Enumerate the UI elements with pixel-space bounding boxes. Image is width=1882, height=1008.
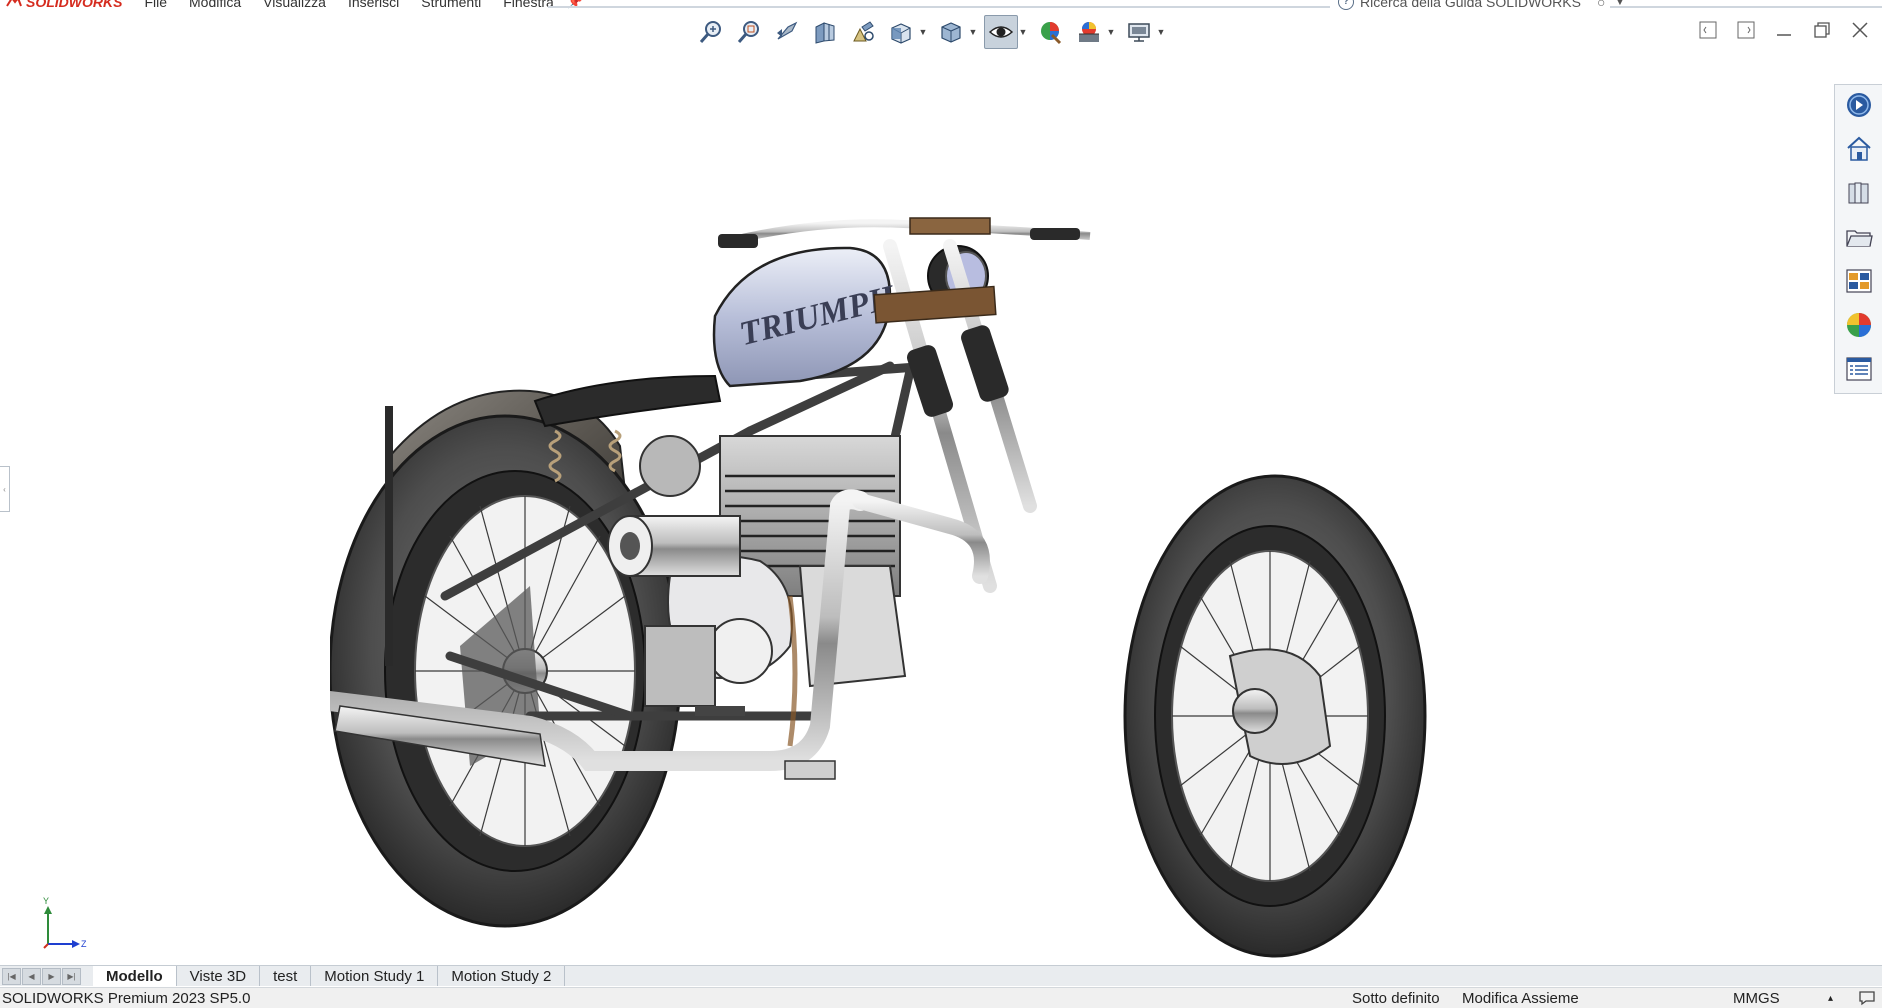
design-library-icon[interactable] <box>1842 177 1876 209</box>
task-pane <box>1834 84 1882 394</box>
reference-triad: Y Z <box>43 896 87 949</box>
view-settings-dropdown-icon[interactable]: ▼ <box>1156 27 1166 37</box>
graphics-area[interactable]: TRIUMPH Y Z <box>0 56 1834 964</box>
menu-inserisci[interactable]: Inserisci <box>348 0 399 10</box>
tab-viste-3d[interactable]: Viste 3D <box>177 966 261 986</box>
previous-view-icon[interactable] <box>770 15 804 49</box>
home-icon[interactable] <box>1842 133 1876 165</box>
apply-scene-dropdown-icon[interactable]: ▼ <box>1106 27 1116 37</box>
appearances-scenes-icon[interactable] <box>1842 309 1876 341</box>
menu-strumenti[interactable]: Strumenti <box>421 0 481 10</box>
minimize-icon[interactable] <box>1772 18 1796 42</box>
status-product: SOLIDWORKS Premium 2023 SP5.0 <box>2 990 251 1007</box>
triad-z-label: Z <box>81 939 87 949</box>
solidworks-window: SOLIDWORKS File Modifica Visualizza Inse… <box>0 0 1882 1008</box>
first-tab-icon[interactable]: |◀ <box>2 967 21 985</box>
motorcycle-model[interactable]: TRIUMPH <box>330 206 1460 966</box>
status-units[interactable]: MMGS <box>1733 990 1780 1007</box>
menu-finestra[interactable]: Finestra <box>503 0 554 10</box>
view-orientation-icon[interactable] <box>884 15 918 49</box>
tab-motion-study-2[interactable]: Motion Study 2 <box>438 966 566 986</box>
status-definition: Sotto definito <box>1352 990 1440 1007</box>
tab-test[interactable]: test <box>260 966 312 986</box>
help-separator <box>1610 6 1882 8</box>
window-controls <box>1696 18 1872 42</box>
heads-up-view-toolbar: ▼ ▼ ▼ ▼ ▼ <box>694 14 1168 50</box>
status-mode: Modifica Assieme <box>1462 990 1579 1007</box>
solidworks-logo[interactable]: SOLIDWORKS <box>6 0 122 10</box>
solidworks-resources-icon[interactable] <box>1842 89 1876 121</box>
view-orientation-dropdown-icon[interactable]: ▼ <box>918 27 928 37</box>
restore-icon[interactable] <box>1810 18 1834 42</box>
menu-modifica[interactable]: Modifica <box>189 0 241 10</box>
display-style-icon[interactable] <box>934 15 968 49</box>
file-explorer-icon[interactable] <box>1842 221 1876 253</box>
status-bar: SOLIDWORKS Premium 2023 SP5.0 Sotto defi… <box>0 987 1882 1008</box>
triad-y-label: Y <box>43 896 49 906</box>
tab-modello[interactable]: Modello <box>93 966 177 986</box>
logo-text: SOLIDWORKS <box>26 0 123 10</box>
apply-scene-icon[interactable] <box>1072 15 1106 49</box>
help-search[interactable]: ? Ricerca della Guida SOLIDWORKS ○ ▼ <box>1338 0 1624 10</box>
dynamic-annotation-icon[interactable] <box>846 15 880 49</box>
prev-tab-icon[interactable]: ◀ <box>22 967 41 985</box>
zoom-to-area-icon[interactable] <box>732 15 766 49</box>
menu-visualizza[interactable]: Visualizza <box>263 0 326 10</box>
help-search-label[interactable]: Ricerca della Guida SOLIDWORKS <box>1360 0 1581 10</box>
tab-navigation: |◀ ◀ ▶ ▶| <box>0 966 81 986</box>
menu-separator <box>548 6 1330 8</box>
last-tab-icon[interactable]: ▶| <box>62 967 81 985</box>
next-tab-icon[interactable]: ▶ <box>42 967 61 985</box>
close-icon[interactable] <box>1848 18 1872 42</box>
tab-motion-study-1[interactable]: Motion Study 1 <box>311 966 439 986</box>
help-icon: ? <box>1338 0 1354 10</box>
search-icon[interactable]: ○ <box>1597 0 1605 10</box>
units-menu-arrow-icon[interactable]: ▴ <box>1828 993 1833 1004</box>
zoom-to-fit-icon[interactable] <box>694 15 728 49</box>
tile-left-icon[interactable] <box>1696 18 1720 42</box>
status-tooltip-icon[interactable] <box>1858 990 1876 1008</box>
hide-show-items-icon[interactable] <box>984 15 1018 49</box>
display-style-dropdown-icon[interactable]: ▼ <box>968 27 978 37</box>
model-tab-bar: |◀ ◀ ▶ ▶| Modello Viste 3D test Motion S… <box>0 965 1882 986</box>
view-settings-icon[interactable] <box>1122 15 1156 49</box>
ds-logo-icon <box>6 0 22 7</box>
hide-show-dropdown-icon[interactable]: ▼ <box>1018 27 1028 37</box>
edit-appearance-icon[interactable] <box>1034 15 1068 49</box>
custom-properties-icon[interactable] <box>1842 353 1876 385</box>
section-view-icon[interactable] <box>808 15 842 49</box>
tile-right-icon[interactable] <box>1734 18 1758 42</box>
menu-file[interactable]: File <box>144 0 167 10</box>
view-palette-icon[interactable] <box>1842 265 1876 297</box>
